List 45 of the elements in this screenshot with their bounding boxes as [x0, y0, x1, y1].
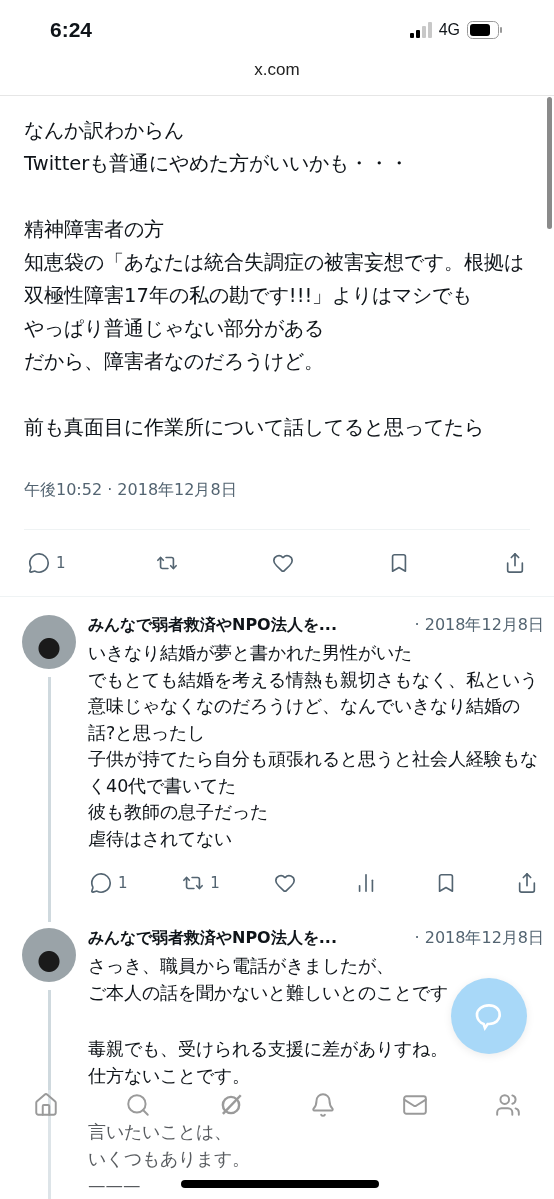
post-text-line: さっき、職員から電話がきましたが、 [88, 955, 394, 978]
signal-icon [409, 22, 432, 38]
retweet-button[interactable]: 1 [180, 870, 222, 896]
post-text-line: 知恵袋の「あなたは統合失調症の被害妄想です。根拠は双極性障害17年の私の勘です!!!」よりはマシでも [24, 250, 525, 309]
post-text-line: でもとても結婚を考える情熱も親切さもなく、私という意味じゃなくなのだろうけど、なんでいきなり結婚の話?と思ったし [88, 668, 539, 745]
post-date: · 2018年12月8日 [414, 928, 544, 949]
avatar-photo-placeholder[interactable] [22, 928, 76, 982]
post-text-line: やっぱり普通じゃない部分がある [24, 316, 324, 342]
people-icon[interactable] [494, 1092, 521, 1118]
post-text-line: だから、障害者なのだろうけど。 [24, 349, 324, 375]
post-text-line: Twitterも普通にやめた方がいいかも・・・ [24, 151, 410, 177]
reply-button[interactable]: 1 [88, 870, 130, 896]
reply-button[interactable]: 1 [26, 550, 68, 576]
post-date: · 2018年12月8日 [414, 615, 544, 636]
share-icon [516, 872, 538, 894]
address-bar-url[interactable]: x.com [254, 60, 300, 80]
envelope-icon[interactable] [402, 1092, 429, 1118]
comment-icon [90, 872, 112, 894]
post-text-line: 彼も教師の息子だった [88, 801, 268, 824]
share-icon [504, 552, 526, 574]
post-text-line: 子供が持てたら自分も頑張れると思うと社会人経験もなく40代で書いてた [88, 748, 539, 798]
post-text-line: 毒親でも、受けられる支援に差がありすね。 [88, 1038, 448, 1061]
heart-icon [274, 872, 297, 894]
post-timestamp: 午後10:52 · 2018年12月8日 [24, 480, 237, 499]
post-text-line: なんか訳わからん [24, 118, 184, 144]
post-text-line: 精神障害者の方 [24, 217, 164, 243]
post-text-line: いきなり結婚が夢と書かれた男性がいた [88, 642, 412, 665]
home-icon[interactable] [33, 1092, 60, 1118]
author-name[interactable]: みんなで弱者救済やNPO法人を... [88, 615, 337, 636]
post-text-line: 仕方ないことです。 [88, 1064, 250, 1088]
post-text-line: 虐待はされてない [88, 827, 232, 851]
network-label: 4G [438, 21, 460, 39]
bell-icon[interactable] [310, 1092, 337, 1118]
search-icon[interactable] [125, 1092, 152, 1118]
comment-icon [28, 552, 50, 574]
battery-icon [467, 21, 502, 39]
post-text-line: いくつもあります。 [88, 1147, 250, 1171]
heart-icon [271, 552, 294, 574]
post-text-line: ——— [88, 1174, 141, 1197]
status-time: 6:24 [50, 18, 93, 42]
post-text-line: ご本人の話を聞かないと難しいとのことです [88, 981, 448, 1005]
avatar-photo-placeholder[interactable] [22, 615, 76, 669]
post-text-line: 言いたいことは、 [88, 1121, 232, 1144]
post-text-line: 前も真面目に作業所について話してると思ってたら [24, 415, 484, 441]
author-name[interactable]: みんなで弱者救済やNPO法人を... [88, 928, 337, 949]
